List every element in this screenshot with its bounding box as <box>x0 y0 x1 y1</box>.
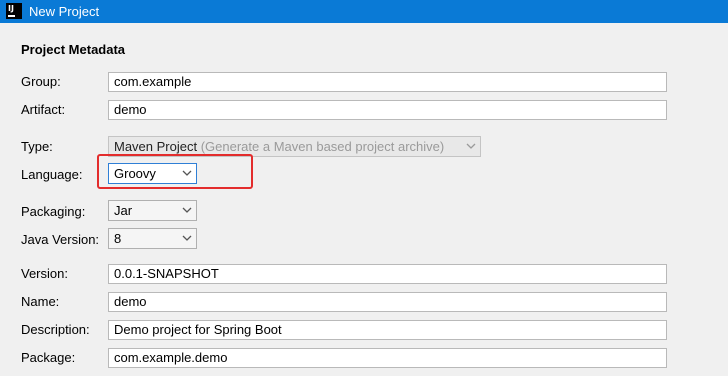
chevron-down-icon <box>182 235 192 241</box>
java-version-label: Java Version: <box>21 232 100 247</box>
description-field[interactable]: Demo project for Spring Boot <box>108 320 667 340</box>
intellij-icon: IJ <box>6 3 22 19</box>
package-field[interactable]: com.example.demo <box>108 348 667 368</box>
chevron-down-icon <box>182 207 192 213</box>
group-field[interactable]: com.example <box>108 72 667 92</box>
packaging-dropdown[interactable]: Jar <box>108 200 197 221</box>
description-label: Description: <box>21 322 90 337</box>
version-field[interactable]: 0.0.1-SNAPSHOT <box>108 264 667 284</box>
java-version-dropdown[interactable]: 8 <box>108 228 197 249</box>
packaging-value: Jar <box>114 203 133 218</box>
type-hint: (Generate a Maven based project archive) <box>200 139 445 154</box>
java-version-value: 8 <box>114 231 122 246</box>
version-label: Version: <box>21 266 68 281</box>
name-field[interactable]: demo <box>108 292 667 312</box>
package-label: Package: <box>21 350 76 365</box>
artifact-label: Artifact: <box>21 102 66 117</box>
packaging-label: Packaging: <box>21 204 86 219</box>
language-label: Language: <box>21 167 83 182</box>
group-label: Group: <box>21 74 61 89</box>
highlight-box <box>97 154 253 189</box>
window-title: New Project <box>29 4 100 19</box>
chevron-down-icon <box>466 143 476 149</box>
name-label: Name: <box>21 294 60 309</box>
type-value: Maven Project <box>114 139 198 154</box>
title-bar: IJ New Project <box>0 0 728 23</box>
artifact-field[interactable]: demo <box>108 100 667 120</box>
type-label: Type: <box>21 139 53 154</box>
section-title: Project Metadata <box>21 42 126 57</box>
